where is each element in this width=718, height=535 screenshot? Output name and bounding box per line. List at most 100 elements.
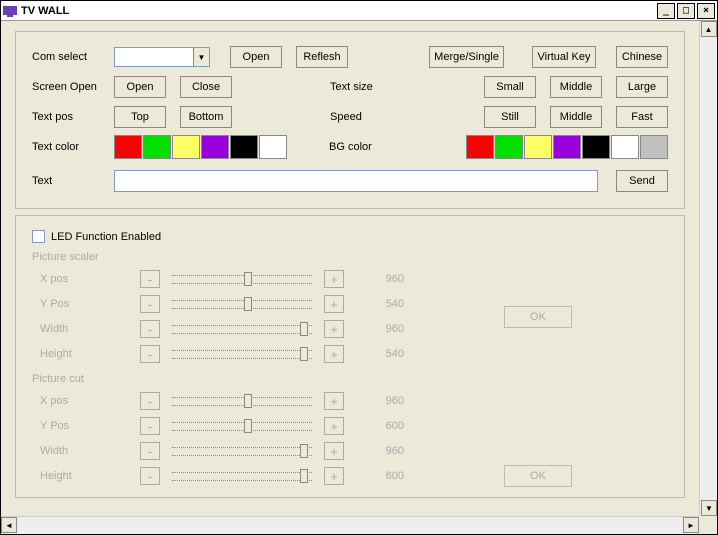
- cut-minus-1[interactable]: -: [140, 417, 160, 435]
- cut-label-0: X pos: [32, 395, 92, 407]
- virtual-key-button[interactable]: Virtual Key: [532, 46, 596, 68]
- cut-rows: X pos - +960 Y Pos - +600 Width - +960 Height - +60…: [32, 389, 404, 489]
- bg-color-swatch-5[interactable]: [611, 135, 639, 159]
- cut-plus-0[interactable]: +: [324, 392, 344, 410]
- bg-color-swatch-2[interactable]: [524, 135, 552, 159]
- cut-value-2: 960: [364, 445, 404, 457]
- text-input[interactable]: [114, 170, 598, 192]
- maximize-button[interactable]: □: [677, 3, 695, 19]
- top-button[interactable]: Top: [114, 106, 166, 128]
- minimize-button[interactable]: _: [657, 3, 675, 19]
- scaler-slider-2[interactable]: [172, 319, 312, 339]
- scaler-minus-2[interactable]: -: [140, 320, 160, 338]
- dropdown-arrow-icon[interactable]: ▼: [193, 48, 209, 66]
- led-enabled-label: LED Function Enabled: [51, 231, 161, 243]
- scaler-label-3: Height: [32, 348, 92, 360]
- scaler-row-3: Height - +540: [32, 342, 404, 366]
- scaler-row-1: Y Pos-+540: [32, 292, 404, 316]
- scroll-left-button[interactable]: ◄: [1, 517, 17, 533]
- cut-plus-2[interactable]: +: [324, 442, 344, 460]
- cut-label-3: Height: [32, 470, 92, 482]
- open-port-button[interactable]: Open: [230, 46, 282, 68]
- text-size-label: Text size: [330, 81, 390, 93]
- picture-scaler-label: Picture scaler: [32, 251, 668, 263]
- text-color-swatch-3[interactable]: [201, 135, 229, 159]
- bottom-button[interactable]: Bottom: [180, 106, 232, 128]
- cut-ok-button[interactable]: OK: [504, 465, 572, 487]
- text-color-swatch-4[interactable]: [230, 135, 258, 159]
- merge-single-button[interactable]: Merge/Single: [429, 46, 504, 68]
- cut-minus-3[interactable]: -: [140, 467, 160, 485]
- scaler-ok-button[interactable]: OK: [504, 306, 572, 328]
- screen-open-label: Screen Open: [32, 81, 110, 93]
- chinese-button[interactable]: Chinese: [616, 46, 668, 68]
- cut-plus-3[interactable]: +: [324, 467, 344, 485]
- still-button[interactable]: Still: [484, 106, 536, 128]
- speed-label: Speed: [330, 111, 390, 123]
- scaler-value-3: 540: [364, 348, 404, 360]
- middle-size-button[interactable]: Middle: [550, 76, 602, 98]
- scaler-plus-1[interactable]: +: [324, 295, 344, 313]
- text-color-swatch-0[interactable]: [114, 135, 142, 159]
- small-button[interactable]: Small: [484, 76, 536, 98]
- scaler-minus-3[interactable]: -: [140, 345, 160, 363]
- cut-slider-1[interactable]: [172, 416, 312, 436]
- cut-label-1: Y Pos: [32, 420, 92, 432]
- send-button[interactable]: Send: [616, 170, 668, 192]
- scaler-value-2: 960: [364, 323, 404, 335]
- text-color-swatch-2[interactable]: [172, 135, 200, 159]
- scaler-minus-1[interactable]: -: [140, 295, 160, 313]
- app-icon: [3, 5, 17, 17]
- scaler-slider-0[interactable]: [172, 269, 312, 289]
- screen-close-button[interactable]: Close: [180, 76, 232, 98]
- text-label: Text: [32, 175, 110, 187]
- horizontal-scrollbar[interactable]: ◄ ►: [1, 516, 699, 534]
- app-window: TV WALL _ □ × Com select ▼ Open Reflesh …: [0, 0, 718, 535]
- middle-speed-button[interactable]: Middle: [550, 106, 602, 128]
- cut-minus-0[interactable]: -: [140, 392, 160, 410]
- cut-row-3: Height - +600: [32, 464, 404, 488]
- scaler-plus-0[interactable]: +: [324, 270, 344, 288]
- bg-color-swatch-4[interactable]: [582, 135, 610, 159]
- scroll-right-button[interactable]: ►: [683, 517, 699, 533]
- reflesh-button[interactable]: Reflesh: [296, 46, 348, 68]
- large-button[interactable]: Large: [616, 76, 668, 98]
- cut-label-2: Width: [32, 445, 92, 457]
- scroll-up-button[interactable]: ▲: [701, 21, 717, 37]
- scaler-plus-3[interactable]: +: [324, 345, 344, 363]
- scroll-down-button[interactable]: ▼: [701, 500, 717, 516]
- cut-slider-3[interactable]: [172, 466, 312, 486]
- text-pos-label: Text pos: [32, 111, 110, 123]
- fast-button[interactable]: Fast: [616, 106, 668, 128]
- cut-slider-0[interactable]: [172, 391, 312, 411]
- top-panel: Com select ▼ Open Reflesh Merge/Single V…: [15, 31, 685, 209]
- bg-color-label: BG color: [329, 141, 389, 153]
- screen-open-button[interactable]: Open: [114, 76, 166, 98]
- scaler-label-2: Width: [32, 323, 92, 335]
- bg-color-swatch-6[interactable]: [640, 135, 668, 159]
- scaler-value-1: 540: [364, 298, 404, 310]
- window-title: TV WALL: [21, 5, 657, 17]
- cut-row-0: X pos - +960: [32, 389, 404, 413]
- cut-plus-1[interactable]: +: [324, 417, 344, 435]
- cut-value-3: 600: [364, 470, 404, 482]
- cut-value-0: 960: [364, 395, 404, 407]
- text-color-swatch-5[interactable]: [259, 135, 287, 159]
- bg-color-swatch-1[interactable]: [495, 135, 523, 159]
- text-color-label: Text color: [32, 141, 110, 153]
- text-color-swatch-1[interactable]: [143, 135, 171, 159]
- text-color-swatches: [114, 135, 287, 159]
- led-enabled-checkbox[interactable]: [32, 230, 45, 243]
- scaler-plus-2[interactable]: +: [324, 320, 344, 338]
- close-button[interactable]: ×: [697, 3, 715, 19]
- cut-minus-2[interactable]: -: [140, 442, 160, 460]
- scaler-label-0: X pos: [32, 273, 92, 285]
- com-select-dropdown[interactable]: ▼: [114, 47, 210, 67]
- bg-color-swatch-3[interactable]: [553, 135, 581, 159]
- cut-slider-2[interactable]: [172, 441, 312, 461]
- scaler-slider-3[interactable]: [172, 344, 312, 364]
- scaler-slider-1[interactable]: [172, 294, 312, 314]
- scaler-minus-0[interactable]: -: [140, 270, 160, 288]
- vertical-scrollbar[interactable]: ▲ ▼: [699, 21, 717, 516]
- bg-color-swatch-0[interactable]: [466, 135, 494, 159]
